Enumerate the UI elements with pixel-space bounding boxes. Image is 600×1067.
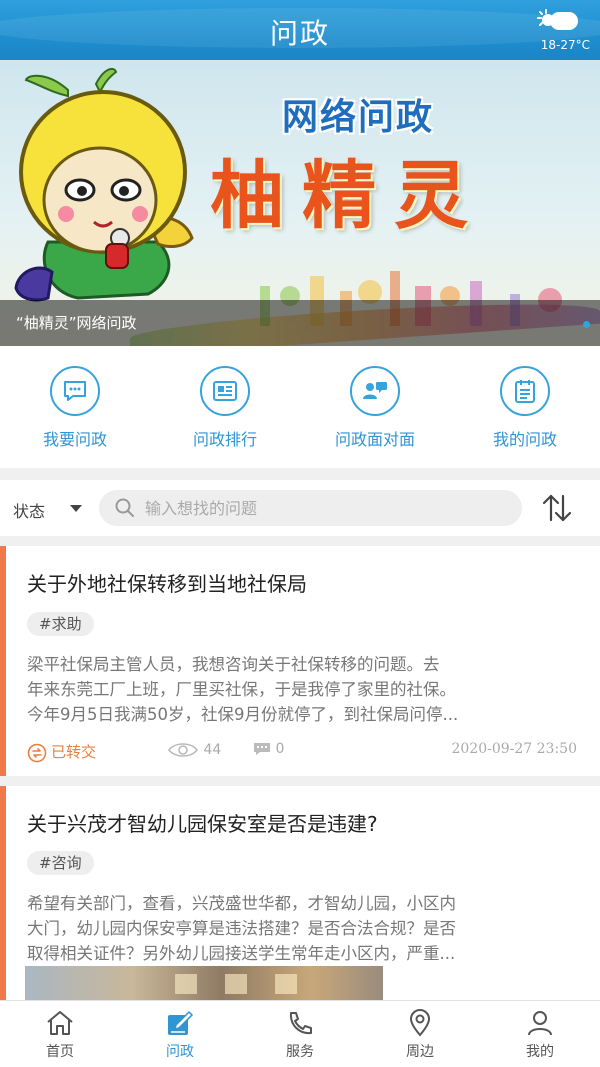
location-icon [409, 1009, 431, 1037]
view-count-value: 44 [203, 742, 222, 758]
post-body-line: 大门，幼儿园内保安亭算是违法搭建？是否合法合规？是否 [27, 919, 456, 938]
card-accent-bar [0, 546, 6, 776]
banner-carousel[interactable]: 网络问政 柚精灵 “柚精灵”网络问政 [0, 60, 600, 346]
pomelo-mascot-illustration [14, 67, 194, 302]
post-body-line: 年来东莞工厂上班，厂里买社保，于是我停了家里的社保。 [27, 680, 456, 699]
comment-count-value: 0 [275, 741, 285, 757]
photo-detail [275, 974, 297, 994]
card-accent-bar [0, 786, 6, 1000]
post-tag[interactable]: #咨询 [27, 851, 94, 875]
post-timestamp: 2020-09-27 23:50 [451, 741, 577, 757]
search-input[interactable] [145, 490, 505, 526]
user-icon [528, 1011, 552, 1036]
search-icon [115, 498, 134, 517]
post-body-line: 梁平社保局主管人员，我想咨询关于社保转移的问题。去 [27, 655, 440, 674]
edit-icon [168, 1010, 194, 1035]
photo-detail [175, 974, 197, 994]
banner-subtitle: 网络问政 [282, 97, 435, 138]
status-badge: 已转交 [27, 741, 96, 763]
carousel-indicator-dot[interactable] [583, 321, 590, 328]
top-bar: 问政 18-27°C [0, 0, 600, 60]
quick-item-icon-circle [50, 366, 100, 416]
weather-temperature: 18-27°C [540, 38, 590, 52]
quick-item-ranking[interactable]: 问政排行 [150, 366, 300, 450]
quick-item-icon-circle [350, 366, 400, 416]
comment-icon [254, 743, 270, 755]
banner-caption: “柚精灵”网络问政 [0, 300, 600, 346]
quick-item-my[interactable]: 我的问政 [450, 366, 600, 450]
nav-tab-label: 周边 [406, 1044, 434, 1060]
my-list-icon [515, 380, 535, 403]
post-card[interactable]: 关于外地社保转移到当地社保局 #求助 梁平社保局主管人员，我想咨询关于社保转移的… [0, 546, 600, 776]
nav-tab-label: 问政 [166, 1044, 194, 1060]
nav-tab-wenzheng[interactable]: 问政 [120, 1009, 240, 1061]
app-root: 问政 18-27°C 网络问政 柚精灵 “柚精灵”网络问政 我要问政 问政排行 … [0, 0, 600, 1067]
weather-widget[interactable]: 18-27°C [530, 6, 590, 56]
face-to-face-icon [363, 382, 387, 399]
sort-icon[interactable] [540, 492, 574, 524]
quick-item-label: 问政排行 [192, 430, 257, 449]
phone-icon [289, 1012, 312, 1035]
sun-cloud-icon [537, 9, 578, 30]
status-filter-label[interactable]: 状态 [13, 498, 45, 522]
nav-tab-label: 服务 [286, 1044, 314, 1060]
banner-main-title: 柚精灵 [210, 153, 486, 239]
nav-tab-mine[interactable]: 我的 [480, 1009, 600, 1061]
eye-icon [167, 743, 199, 757]
status-text: 已转交 [51, 743, 97, 761]
page-title: 问政 [269, 17, 330, 50]
photo-detail [225, 974, 247, 994]
post-body-line: 希望有关部门，查看，兴茂盛世华都，才智幼儿园，小区内 [27, 894, 456, 913]
nav-tab-home[interactable]: 首页 [0, 1009, 120, 1061]
quick-item-label: 我要问政 [42, 430, 107, 449]
post-tag[interactable]: #求助 [27, 612, 94, 636]
post-body-line: 今年9月5日我满50岁，社保9月份就停了，到社保局问停... [27, 705, 459, 724]
post-title[interactable]: 关于兴茂才智幼儿园保安室是否是违建? [27, 808, 378, 837]
quick-item-icon-circle [500, 366, 550, 416]
comment-count: 0 [253, 741, 284, 757]
quick-item-icon-circle [200, 366, 250, 416]
filter-bar: 状态 [0, 480, 600, 536]
post-body: 梁平社保局主管人员，我想咨询关于社保转移的问题。去 年来东莞工厂上班，厂里买社保… [27, 652, 575, 727]
post-card[interactable]: 关于兴茂才智幼儿园保安室是否是违建? #咨询 希望有关部门，查看，兴茂盛世华都，… [0, 786, 600, 1000]
quick-item-label: 问政面对面 [334, 430, 415, 449]
quick-item-face-to-face[interactable]: 问政面对面 [300, 366, 450, 450]
view-count: 44 [167, 741, 221, 759]
transfer-icon [27, 743, 47, 762]
nav-tab-label: 首页 [46, 1044, 74, 1060]
nav-tab-nearby[interactable]: 周边 [360, 1009, 480, 1061]
post-meta: 已转交 44 0 2020-09-27 23:50 [27, 741, 587, 763]
bottom-nav: 首页 问政 服务 周边 我的 [0, 1000, 600, 1067]
chevron-down-icon[interactable] [70, 505, 82, 512]
quick-menu: 我要问政 问政排行 问政面对面 我的问政 [0, 346, 600, 468]
message-icon [64, 381, 86, 401]
nav-tab-label: 我的 [526, 1044, 554, 1060]
home-icon [47, 1011, 73, 1035]
post-body: 希望有关部门，查看，兴茂盛世华都，才智幼儿园，小区内 大门，幼儿园内保安亭算是违… [27, 891, 575, 966]
quick-item-label: 我的问政 [492, 430, 557, 449]
post-image[interactable] [25, 966, 383, 1000]
quick-item-ask[interactable]: 我要问政 [0, 366, 150, 450]
nav-tab-service[interactable]: 服务 [240, 1009, 360, 1061]
ranking-icon [213, 381, 237, 401]
post-body-line: 取得相关证件？另外幼儿园接送学生常年走小区内，严重... [27, 944, 456, 963]
post-title[interactable]: 关于外地社保转移到当地社保局 [27, 568, 307, 597]
search-box[interactable] [99, 490, 522, 526]
